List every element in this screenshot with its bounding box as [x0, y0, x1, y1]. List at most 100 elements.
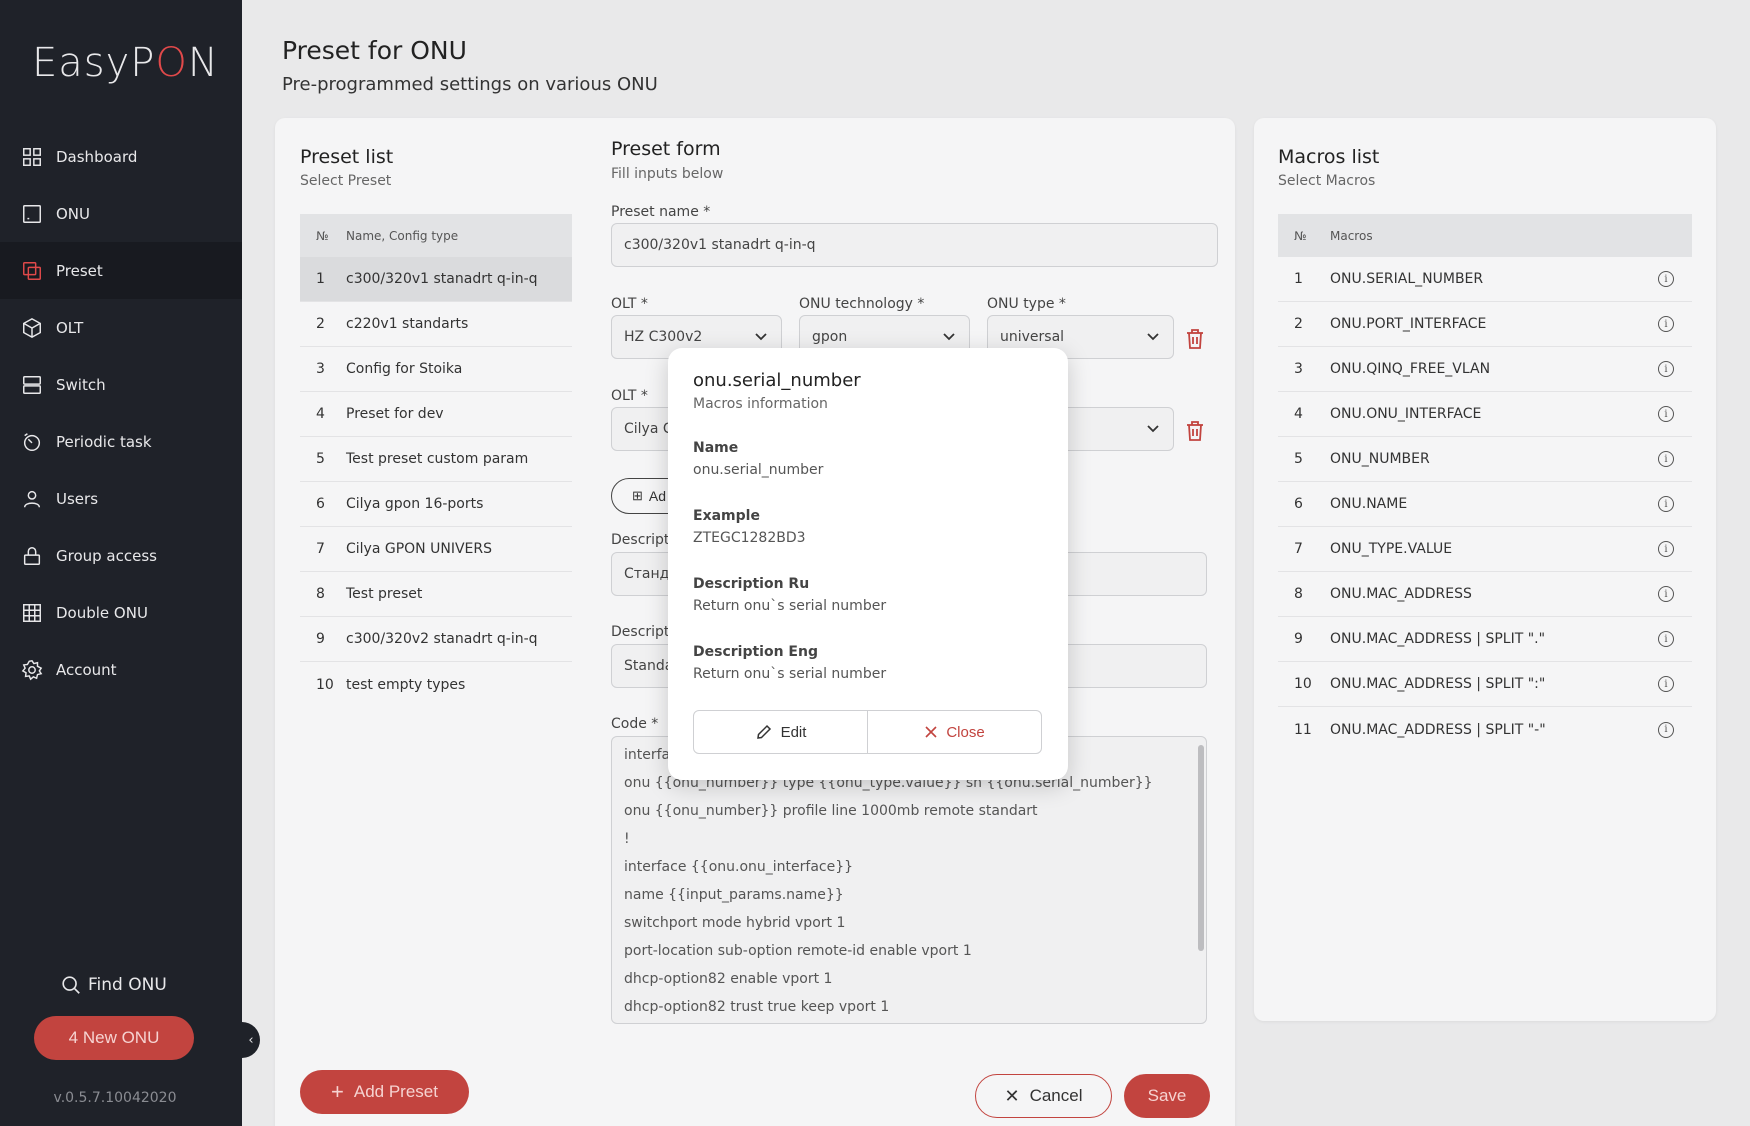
sidebar-item-dashboard[interactable]: Dashboard	[0, 128, 242, 185]
row-number: 6	[1294, 496, 1303, 512]
table-row[interactable]: 5 ONU_NUMBER i	[1278, 437, 1692, 482]
info-icon[interactable]: i	[1658, 271, 1674, 287]
table-row[interactable]: 1 ONU.SERIAL_NUMBER i	[1278, 257, 1692, 302]
preset-form-subtitle: Fill inputs below	[611, 166, 724, 182]
table-row[interactable]: 8 ONU.MAC_ADDRESS i	[1278, 572, 1692, 617]
table-row[interactable]: 8 Test preset	[300, 572, 572, 617]
macros-list-title: Macros list	[1278, 146, 1380, 168]
cancel-button[interactable]: ✕ Cancel	[975, 1074, 1112, 1118]
add-preset-button[interactable]: + Add Preset	[300, 1070, 469, 1114]
table-row[interactable]: 5 Test preset custom param	[300, 437, 572, 482]
row-number: 5	[316, 451, 325, 467]
info-icon[interactable]: i	[1658, 316, 1674, 332]
sidebar-item-label: Periodic task	[56, 432, 152, 451]
sidebar-nav: Dashboard ONU Preset OLT Switch Periodic…	[0, 128, 242, 698]
sidebar-item-group-access[interactable]: Group access	[0, 527, 242, 584]
save-button[interactable]: Save	[1124, 1074, 1210, 1118]
table-row[interactable]: 11 ONU.MAC_ADDRESS | SPLIT "-" i	[1278, 707, 1692, 752]
code-line: switchport mode hybrid vport 1	[624, 915, 846, 931]
row-name: ONU.MAC_ADDRESS | SPLIT ":"	[1330, 676, 1546, 692]
close-button[interactable]: Close	[868, 711, 1041, 753]
sidebar-item-double-onu[interactable]: Double ONU	[0, 584, 242, 641]
sidebar-item-olt[interactable]: OLT	[0, 299, 242, 356]
sidebar-item-account[interactable]: Account	[0, 641, 242, 698]
find-onu-button[interactable]: Find ONU	[60, 974, 167, 996]
page-subtitle: Pre-programmed settings on various ONU	[282, 74, 658, 95]
code-label: Code *	[611, 716, 659, 732]
column-header-macros: Macros	[1330, 228, 1373, 243]
table-row[interactable]: 4 ONU.ONU_INTERFACE i	[1278, 392, 1692, 437]
sidebar-item-preset[interactable]: Preset	[0, 242, 242, 299]
table-row[interactable]: 7 ONU_TYPE.VALUE i	[1278, 527, 1692, 572]
table-row[interactable]: 10 ONU.MAC_ADDRESS | SPLIT ":" i	[1278, 662, 1692, 707]
chevron-left-icon: ‹	[248, 1032, 254, 1048]
info-icon[interactable]: i	[1658, 676, 1674, 692]
row-name: ONU.SERIAL_NUMBER	[1330, 271, 1484, 287]
row-name: c220v1 standarts	[346, 316, 469, 332]
sidebar: EasyPON Dashboard ONU Preset OLT Switch …	[0, 0, 242, 1126]
preset-table: № Name, Config type 1 c300/320v1 stanadrt…	[300, 214, 572, 707]
info-icon[interactable]: i	[1658, 586, 1674, 602]
table-row[interactable]: 6 ONU.NAME i	[1278, 482, 1692, 527]
sidebar-item-users[interactable]: Users	[0, 470, 242, 527]
code-line: !	[624, 831, 630, 847]
table-row[interactable]: 4 Preset for dev	[300, 392, 572, 437]
info-icon[interactable]: i	[1658, 541, 1674, 557]
trash-icon[interactable]	[1185, 328, 1205, 350]
info-icon[interactable]: i	[1658, 406, 1674, 422]
modal-subtitle: Macros information	[693, 396, 828, 412]
macros-table-header: № Macros	[1278, 214, 1692, 257]
table-row[interactable]: 2 ONU.PORT_INTERFACE i	[1278, 302, 1692, 347]
macros-table: № Macros 1 ONU.SERIAL_NUMBER i 2 ONU.PORT_I…	[1278, 214, 1692, 752]
column-header-num: №	[1294, 228, 1307, 243]
row-number: 10	[1294, 676, 1312, 692]
table-row[interactable]: 7 Cilya GPON UNIVERS	[300, 527, 572, 572]
row-number: 8	[1294, 586, 1303, 602]
row-name: ONU.QINQ_FREE_VLAN	[1330, 361, 1491, 377]
modal-desc-ru-value: Return onu`s serial number	[693, 598, 887, 614]
info-icon[interactable]: i	[1658, 451, 1674, 467]
info-icon[interactable]: i	[1658, 721, 1674, 738]
info-icon[interactable]: i	[1658, 361, 1674, 377]
code-line: port-location sub-option remote-id enabl…	[624, 943, 972, 959]
table-row[interactable]: 9 c300/320v2 stanadrt q-in-q	[300, 617, 572, 662]
search-icon	[62, 976, 80, 994]
table-row[interactable]: 10 test empty types	[300, 662, 572, 707]
chevron-down-icon	[943, 333, 955, 341]
row-name: Cilya gpon 16-ports	[346, 496, 484, 512]
sidebar-item-periodic-task[interactable]: Periodic task	[0, 413, 242, 470]
sidebar-item-onu[interactable]: ONU	[0, 185, 242, 242]
table-row[interactable]: 3 Config for Stoika	[300, 347, 572, 392]
preset-form-title: Preset form	[611, 138, 721, 160]
preset-icon	[20, 259, 44, 283]
row-name: Config for Stoika	[346, 361, 463, 377]
row-number: 4	[316, 406, 325, 422]
trash-icon[interactable]	[1185, 420, 1205, 442]
row-number: 2	[316, 316, 325, 332]
modal-title: onu.serial_number	[693, 370, 861, 391]
code-line: onu {{onu_number}} profile line 1000mb r…	[624, 803, 1038, 819]
table-row[interactable]: 2 c220v1 standarts	[300, 302, 572, 347]
modal-name-value: onu.serial_number	[693, 462, 824, 478]
row-name: ONU.ONU_INTERFACE	[1330, 406, 1482, 422]
table-row[interactable]: 3 ONU.QINQ_FREE_VLAN i	[1278, 347, 1692, 392]
sidebar-item-switch[interactable]: Switch	[0, 356, 242, 413]
row-number: 9	[316, 631, 325, 647]
edit-button[interactable]: Edit	[694, 711, 868, 753]
code-scrollbar[interactable]	[1198, 745, 1204, 951]
onu-type-label: ONU type *	[987, 296, 1066, 312]
preset-name-input[interactable]: c300/320v1 stanadrt q-in-q	[611, 223, 1218, 267]
info-icon[interactable]: i	[1658, 631, 1674, 647]
table-row[interactable]: 6 Cilya gpon 16-ports	[300, 482, 572, 527]
row-number: 3	[316, 361, 325, 377]
info-icon[interactable]: i	[1658, 496, 1674, 512]
sidebar-collapse-button[interactable]: ‹	[242, 1022, 260, 1058]
table-row[interactable]: 1 c300/320v1 stanadrt q-in-q	[300, 257, 572, 302]
row-number: 6	[316, 496, 325, 512]
column-header-name: Name, Config type	[346, 228, 459, 243]
plus-icon: +	[331, 1079, 344, 1104]
new-onu-button[interactable]: 4 New ONU	[34, 1016, 194, 1060]
table-row[interactable]: 9 ONU.MAC_ADDRESS | SPLIT "." i	[1278, 617, 1692, 662]
row-name: Test preset custom param	[346, 451, 529, 467]
sidebar-item-label: Users	[56, 489, 99, 508]
